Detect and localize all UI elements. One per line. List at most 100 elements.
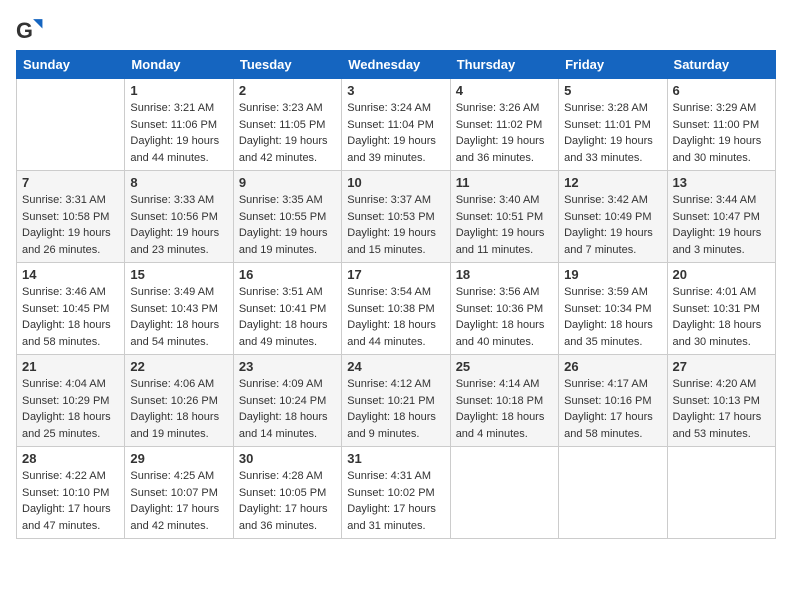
calendar-table: SundayMondayTuesdayWednesdayThursdayFrid…: [16, 50, 776, 539]
sunrise-text: Sunrise: 3:33 AM: [130, 194, 214, 206]
calendar-cell: 14Sunrise: 3:46 AMSunset: 10:45 PMDaylig…: [17, 263, 125, 355]
cell-info: Sunrise: 3:37 AMSunset: 10:53 PMDaylight…: [347, 192, 444, 258]
sunrise-text: Sunrise: 3:42 AM: [564, 194, 648, 206]
col-header-wednesday: Wednesday: [342, 51, 450, 79]
calendar-cell: 25Sunrise: 4:14 AMSunset: 10:18 PMDaylig…: [450, 355, 558, 447]
calendar-header-row: SundayMondayTuesdayWednesdayThursdayFrid…: [17, 51, 776, 79]
sunrise-text: Sunrise: 3:24 AM: [347, 102, 431, 114]
daylight-text: Daylight: 18 hours and 9 minutes.: [347, 411, 436, 440]
daylight-text: Daylight: 17 hours and 31 minutes.: [347, 503, 436, 532]
sunrise-text: Sunrise: 4:01 AM: [673, 286, 757, 298]
calendar-cell: 9 Sunrise: 3:35 AMSunset: 10:55 PMDayligh…: [233, 171, 341, 263]
calendar-cell: 13Sunrise: 3:44 AMSunset: 10:47 PMDaylig…: [667, 171, 775, 263]
logo-icon: G: [16, 16, 44, 44]
cell-info: Sunrise: 3:21 AMSunset: 11:06 PMDaylight…: [130, 100, 227, 166]
cell-info: Sunrise: 3:35 AMSunset: 10:55 PMDaylight…: [239, 192, 336, 258]
cell-date-number: 15: [130, 267, 227, 282]
daylight-text: Daylight: 18 hours and 58 minutes.: [22, 319, 111, 348]
sunset-text: Sunset: 10:07 PM: [130, 487, 217, 499]
cell-info: Sunrise: 4:01 AMSunset: 10:31 PMDaylight…: [673, 284, 770, 350]
cell-info: Sunrise: 3:31 AMSunset: 10:58 PMDaylight…: [22, 192, 119, 258]
col-header-friday: Friday: [559, 51, 667, 79]
sunset-text: Sunset: 10:31 PM: [673, 303, 760, 315]
cell-info: Sunrise: 4:20 AM Sunset: 10:13 PM Daylight…: [673, 376, 770, 442]
col-header-tuesday: Tuesday: [233, 51, 341, 79]
sunset-text: Sunset: 10:29 PM: [22, 395, 109, 407]
calendar-cell: 19Sunrise: 3:59 AMSunset: 10:34 PMDaylig…: [559, 263, 667, 355]
cell-info: Sunrise: 3:23 AMSunset: 11:05 PMDaylight…: [239, 100, 336, 166]
daylight-text: Daylight: 17 hours and 42 minutes.: [130, 503, 219, 532]
calendar-cell: [667, 447, 775, 539]
cell-info: Sunrise: 4:22 AMSunset: 10:10 PMDaylight…: [22, 468, 119, 534]
cell-date-number: 3: [347, 83, 444, 98]
sunset-text: Sunset: 10:36 PM: [456, 303, 543, 315]
calendar-cell: 7Sunrise: 3:31 AMSunset: 10:58 PMDayligh…: [17, 171, 125, 263]
sunset-text: Sunset: 10:51 PM: [456, 211, 543, 223]
sunset-text: Sunset: 10:10 PM: [22, 487, 109, 499]
sunset-text: Sunset: 10:56 PM: [130, 211, 217, 223]
sunset-text: Sunset: 10:02 PM: [347, 487, 434, 499]
sunset-text: Sunset: 11:00 PM: [673, 119, 760, 131]
calendar-cell: 17Sunrise: 3:54 AMSunset: 10:38 PMDaylig…: [342, 263, 450, 355]
daylight-text: Daylight: 17 hours and 36 minutes.: [239, 503, 328, 532]
cell-date-number: 9: [239, 175, 336, 190]
cell-info: Sunrise: 4:04 AMSunset: 10:29 PMDaylight…: [22, 376, 119, 442]
daylight-text: Daylight: 19 hours and 42 minutes.: [239, 135, 328, 164]
sunset-text: Sunset: 10:21 PM: [347, 395, 434, 407]
sunset-text: Sunset: 11:04 PM: [347, 119, 434, 131]
cell-info: Sunrise: 3:33 AM Sunset: 10:56 PM Daylight…: [130, 192, 227, 258]
cell-date-number: 13: [673, 175, 770, 190]
cell-date-number: 19: [564, 267, 661, 282]
sunset-text: Sunset: 10:47 PM: [673, 211, 760, 223]
cell-info: Sunrise: 4:17 AMSunset: 10:16 PMDaylight…: [564, 376, 661, 442]
cell-date-number: 22: [130, 359, 227, 374]
cell-info: Sunrise: 4:14 AM Sunset: 10:18 PM Daylight…: [456, 376, 553, 442]
calendar-cell: 27Sunrise: 4:20 AMSunset: 10:13 PMDaylig…: [667, 355, 775, 447]
cell-info: Sunrise: 4:06 AMSunset: 10:26 PMDaylight…: [130, 376, 227, 442]
cell-date-number: 23: [239, 359, 336, 374]
daylight-text: Daylight: 19 hours and 19 minutes.: [239, 227, 328, 256]
daylight-text: Daylight: 19 hours and 23 minutes.: [130, 227, 219, 256]
cell-info: Sunrise: 3:42 AMSunset: 10:49 PMDaylight…: [564, 192, 661, 258]
week-row-3: 14Sunrise: 3:46 AMSunset: 10:45 PMDaylig…: [17, 263, 776, 355]
cell-info: Sunrise: 3:26 AMSunset: 11:02 PMDaylight…: [456, 100, 553, 166]
cell-date-number: 12: [564, 175, 661, 190]
sunset-text: Sunset: 10:13 PM: [673, 395, 760, 407]
week-row-1: 1Sunrise: 3:21 AMSunset: 11:06 PMDayligh…: [17, 79, 776, 171]
cell-info: Sunrise: 3:24 AM Sunset: 11:04 PM Daylight…: [347, 100, 444, 166]
sunrise-text: Sunrise: 4:17 AM: [564, 378, 648, 390]
col-header-sunday: Sunday: [17, 51, 125, 79]
sunrise-text: Sunrise: 4:14 AM: [456, 378, 540, 390]
sunset-text: Sunset: 11:05 PM: [239, 119, 326, 131]
daylight-text: Daylight: 19 hours and 39 minutes.: [347, 135, 436, 164]
cell-date-number: 8: [130, 175, 227, 190]
daylight-text: Daylight: 18 hours and 35 minutes.: [564, 319, 653, 348]
daylight-text: Daylight: 19 hours and 44 minutes.: [130, 135, 219, 164]
sunrise-text: Sunrise: 3:56 AM: [456, 286, 540, 298]
calendar-cell: 18Sunrise: 3:56 AMSunset: 10:36 PMDaylig…: [450, 263, 558, 355]
cell-info: Sunrise: 3:29 AMSunset: 11:00 PMDaylight…: [673, 100, 770, 166]
sunset-text: Sunset: 10:58 PM: [22, 211, 109, 223]
sunset-text: Sunset: 10:55 PM: [239, 211, 326, 223]
sunrise-text: Sunrise: 4:20 AM: [673, 378, 757, 390]
calendar-cell: 22 Sunrise: 4:06 AMSunset: 10:26 PMDaylig…: [125, 355, 233, 447]
sunrise-text: Sunrise: 4:09 AM: [239, 378, 323, 390]
cell-date-number: 31: [347, 451, 444, 466]
daylight-text: Daylight: 17 hours and 53 minutes.: [673, 411, 762, 440]
cell-info: Sunrise: 3:46 AMSunset: 10:45 PMDaylight…: [22, 284, 119, 350]
daylight-text: Daylight: 18 hours and 4 minutes.: [456, 411, 545, 440]
daylight-text: Daylight: 19 hours and 30 minutes.: [673, 135, 762, 164]
cell-date-number: 20: [673, 267, 770, 282]
col-header-saturday: Saturday: [667, 51, 775, 79]
sunrise-text: Sunrise: 3:28 AM: [564, 102, 648, 114]
sunset-text: Sunset: 10:18 PM: [456, 395, 543, 407]
week-row-4: 21Sunrise: 4:04 AMSunset: 10:29 PMDaylig…: [17, 355, 776, 447]
calendar-cell: [450, 447, 558, 539]
sunrise-text: Sunrise: 3:26 AM: [456, 102, 540, 114]
calendar-cell: 12 Sunrise: 3:42 AMSunset: 10:49 PMDaylig…: [559, 171, 667, 263]
calendar-cell: 6Sunrise: 3:29 AMSunset: 11:00 PMDayligh…: [667, 79, 775, 171]
calendar-cell: 30Sunrise: 4:28 AMSunset: 10:05 PMDaylig…: [233, 447, 341, 539]
daylight-text: Daylight: 18 hours and 14 minutes.: [239, 411, 328, 440]
page-header: G: [16, 10, 776, 44]
calendar-cell: 26Sunrise: 4:17 AMSunset: 10:16 PMDaylig…: [559, 355, 667, 447]
